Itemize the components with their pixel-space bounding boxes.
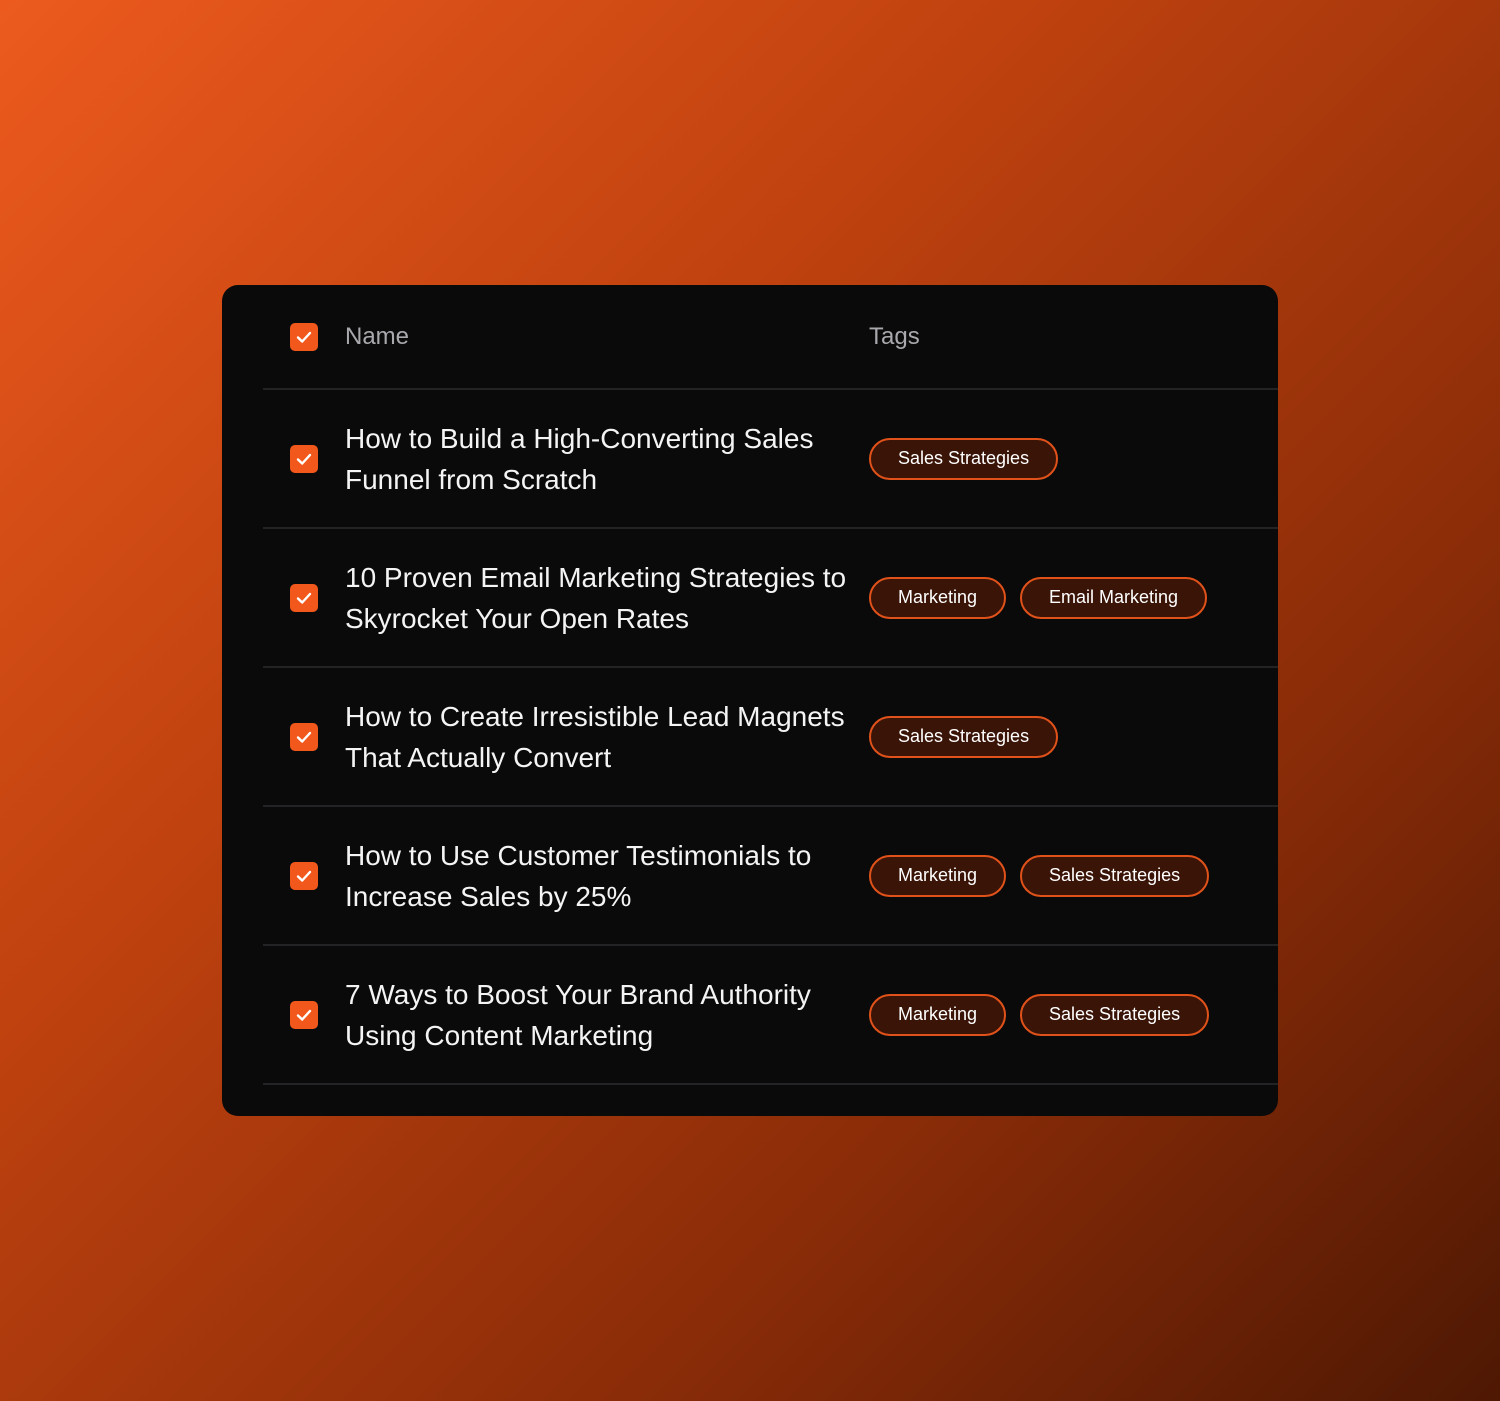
table-row[interactable]: How to Build a High-Converting Sales Fun… bbox=[263, 390, 1278, 529]
row-title[interactable]: How to Create Irresistible Lead Magnets … bbox=[345, 696, 869, 778]
table-row[interactable]: 7 Ways to Boost Your Brand Authority Usi… bbox=[263, 946, 1278, 1085]
row-checkbox[interactable] bbox=[290, 1000, 318, 1029]
check-icon bbox=[296, 331, 312, 343]
row-tags: Marketing Sales Strategies bbox=[869, 854, 1210, 897]
row-title[interactable]: 10 Proven Email Marketing Strategies to … bbox=[345, 557, 869, 639]
check-icon bbox=[296, 592, 312, 604]
select-all-checkbox[interactable] bbox=[290, 322, 318, 351]
row-tags: Sales Strategies bbox=[869, 715, 1059, 758]
check-icon bbox=[296, 1009, 312, 1021]
table-header: Name Tags bbox=[263, 285, 1278, 390]
row-title[interactable]: How to Use Customer Testimonials to Incr… bbox=[345, 835, 869, 917]
row-checkbox[interactable] bbox=[290, 583, 318, 612]
table-row[interactable]: How to Create Irresistible Lead Magnets … bbox=[263, 668, 1278, 807]
row-tags: Marketing Email Marketing bbox=[869, 576, 1208, 619]
check-icon bbox=[296, 870, 312, 882]
tag-badge[interactable]: Marketing bbox=[869, 576, 1007, 619]
row-title[interactable]: 7 Ways to Boost Your Brand Authority Usi… bbox=[345, 974, 869, 1056]
row-tags: Sales Strategies bbox=[869, 437, 1059, 480]
column-header-tags[interactable]: Tags bbox=[869, 323, 920, 351]
tag-badge[interactable]: Sales Strategies bbox=[869, 437, 1059, 480]
posts-table: Name Tags How to Build a High-Converting… bbox=[222, 285, 1278, 1116]
tag-badge[interactable]: Sales Strategies bbox=[869, 715, 1059, 758]
table-row[interactable]: How to Use Customer Testimonials to Incr… bbox=[263, 807, 1278, 946]
row-checkbox[interactable] bbox=[290, 722, 318, 751]
row-checkbox[interactable] bbox=[290, 861, 318, 890]
table-body: How to Build a High-Converting Sales Fun… bbox=[263, 390, 1278, 1085]
check-icon bbox=[296, 731, 312, 743]
row-title[interactable]: How to Build a High-Converting Sales Fun… bbox=[345, 418, 869, 500]
tag-badge[interactable]: Marketing bbox=[869, 854, 1007, 897]
tag-badge[interactable]: Marketing bbox=[869, 993, 1007, 1036]
row-checkbox[interactable] bbox=[290, 444, 318, 473]
row-tags: Marketing Sales Strategies bbox=[869, 993, 1210, 1036]
tag-badge[interactable]: Sales Strategies bbox=[1020, 993, 1210, 1036]
column-header-name[interactable]: Name bbox=[345, 323, 869, 351]
table-row[interactable]: 10 Proven Email Marketing Strategies to … bbox=[263, 529, 1278, 668]
tag-badge[interactable]: Email Marketing bbox=[1020, 576, 1208, 619]
check-icon bbox=[296, 453, 312, 465]
tag-badge[interactable]: Sales Strategies bbox=[1020, 854, 1210, 897]
